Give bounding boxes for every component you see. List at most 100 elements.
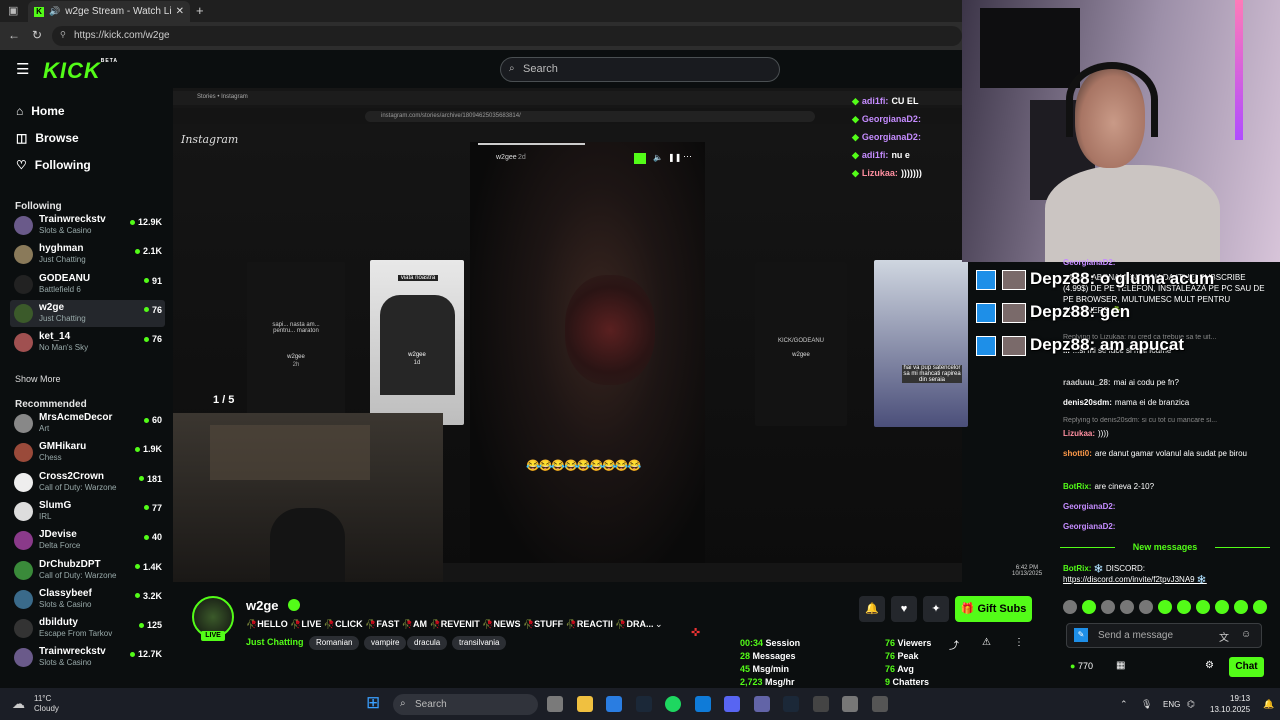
translate-icon[interactable]: 文: [1219, 629, 1229, 644]
store-icon[interactable]: [606, 696, 622, 712]
tab-close-icon[interactable]: ✕: [176, 6, 184, 17]
calendar-icon[interactable]: ▦: [1116, 660, 1125, 671]
stream-category[interactable]: Just Chatting: [246, 637, 304, 647]
channel-item[interactable]: GMHikaru Chess 1.9K: [10, 439, 165, 466]
channel-item[interactable]: Cross2Crown Call of Duty: Warzone 181: [10, 469, 165, 496]
new-tab-icon[interactable]: +: [196, 3, 204, 18]
emote-icon[interactable]: [1082, 600, 1096, 614]
emote-icon[interactable]: [1101, 600, 1115, 614]
channel-avatar: [14, 333, 33, 353]
channel-item[interactable]: hyghman Just Chatting 2.1K: [10, 241, 165, 268]
chat-username[interactable]: Lizukaa:: [1063, 429, 1095, 438]
hamburger-menu-icon[interactable]: ☰: [16, 60, 29, 78]
emote-icon[interactable]: [1139, 600, 1153, 614]
chat-username[interactable]: raaduuu_28:: [1063, 378, 1111, 387]
new-messages-divider[interactable]: New messages: [1060, 542, 1270, 552]
stream-tag[interactable]: vampire: [364, 636, 407, 650]
emoji-picker-icon[interactable]: ☺: [1241, 629, 1251, 640]
nav-following[interactable]: ♡ Following: [16, 158, 91, 172]
stream-tag[interactable]: transilvania: [452, 636, 507, 650]
start-windows-icon[interactable]: ⊞: [366, 693, 380, 713]
channel-item[interactable]: MrsAcmeDecor Art 60: [10, 410, 165, 437]
file-explorer-icon[interactable]: [576, 696, 593, 712]
pause-icon[interactable]: ❚❚: [668, 153, 681, 162]
search-input[interactable]: Search: [500, 57, 780, 82]
stream-tag[interactable]: Romanian: [309, 636, 360, 650]
settings-gear-icon[interactable]: ⚙: [1205, 660, 1214, 671]
mute-icon[interactable]: 🔈: [653, 153, 663, 162]
chat-username[interactable]: denis20sdm:: [1063, 398, 1112, 407]
chat-username[interactable]: BotRix:: [1063, 564, 1091, 573]
site-info-icon[interactable]: ⚲: [60, 30, 66, 39]
follow-heart-button[interactable]: ♥: [891, 596, 917, 622]
language-indicator[interactable]: ENG: [1163, 700, 1180, 709]
steam-icon[interactable]: [635, 696, 652, 712]
taskbar-clock[interactable]: 19:13 13.10.2025: [1210, 693, 1250, 715]
boost-button[interactable]: ✦: [923, 596, 949, 622]
gift-subs-button[interactable]: 🎁 Gift Subs: [955, 596, 1032, 622]
url-field[interactable]: https://kick.com/w2ge: [52, 26, 962, 46]
nav-home[interactable]: ⌂ Home: [16, 104, 65, 118]
task-view-icon[interactable]: [547, 696, 563, 712]
channel-item[interactable]: DrChubzDPT Call of Duty: Warzone 1.4K: [10, 557, 165, 584]
emote-icon[interactable]: [1120, 600, 1134, 614]
streamer-name[interactable]: w2ge: [246, 598, 279, 613]
emote-icon[interactable]: [1063, 600, 1077, 614]
notification-icon[interactable]: 🔔: [1263, 699, 1274, 710]
back-icon[interactable]: ←: [8, 28, 20, 42]
emote-icon[interactable]: [1234, 600, 1248, 614]
chat-username[interactable]: GeorgianaD2:: [1063, 258, 1115, 267]
chat-send-button[interactable]: Chat: [1229, 657, 1264, 677]
window-menu-icon[interactable]: ▣: [8, 4, 18, 17]
report-icon[interactable]: ⚠: [982, 637, 991, 648]
emote-icon[interactable]: [1253, 600, 1267, 614]
nav-browse[interactable]: ◫ Browse: [16, 131, 79, 145]
tray-chevron-icon[interactable]: ⌃: [1120, 699, 1128, 710]
channel-item[interactable]: JDevise Delta Force 40: [10, 527, 165, 554]
more-icon[interactable]: ⋯: [683, 151, 692, 162]
weather-widget[interactable]: 11°C Cloudy: [34, 694, 59, 714]
chat-input[interactable]: Send a message: [1066, 623, 1262, 648]
channel-points[interactable]: ● 770: [1070, 661, 1093, 671]
spotify-icon[interactable]: [665, 696, 681, 712]
wifi-icon[interactable]: ⌬: [1187, 699, 1195, 710]
chat-username[interactable]: GeorgianaD2:: [1063, 502, 1115, 511]
kick-logo[interactable]: KICKBETA: [43, 58, 118, 84]
microphone-icon[interactable]: 🎙: [1141, 699, 1152, 710]
channel-item[interactable]: ket_14 No Man's Sky 76: [10, 329, 165, 356]
share-icon[interactable]: ⤴: [949, 637, 959, 652]
channel-item[interactable]: GODEANU Battlefield 6 91: [10, 271, 165, 298]
channel-item[interactable]: Trainwreckstv Slots & Casino 12.7K: [10, 644, 165, 671]
emote-icon[interactable]: [1215, 600, 1229, 614]
taskbar-search[interactable]: Search: [393, 694, 538, 715]
epic-icon[interactable]: [812, 696, 829, 712]
kick-badge-icon[interactable]: ✎: [1074, 628, 1088, 642]
reload-icon[interactable]: ↻: [32, 28, 42, 42]
emote-icon[interactable]: [1158, 600, 1172, 614]
teams-icon[interactable]: [753, 696, 770, 712]
emote-icon[interactable]: [1177, 600, 1191, 614]
channel-item[interactable]: SlumG IRL 77: [10, 498, 165, 525]
channel-item[interactable]: Classybeef Slots & Casino 3.2K: [10, 586, 165, 613]
edge-icon[interactable]: [694, 696, 711, 712]
chat-username[interactable]: GeorgianaD2:: [1063, 522, 1115, 531]
channel-item[interactable]: Trainwreckstv Slots & Casino 12.9K: [10, 212, 165, 239]
emote-icon[interactable]: [1196, 600, 1210, 614]
show-more-link[interactable]: Show More: [15, 374, 61, 384]
story-thumb-text: hai va pup satencelor sa mi mancati rapi…: [902, 365, 962, 383]
channel-item[interactable]: w2ge Just Chatting 76: [10, 299, 165, 327]
discord-icon[interactable]: [724, 696, 740, 712]
speaker-icon[interactable]: 🔊: [49, 6, 60, 17]
stream-tag[interactable]: dracula: [407, 636, 448, 650]
chat-username[interactable]: shotti0:: [1063, 449, 1092, 458]
notification-bell-button[interactable]: 🔔: [859, 596, 885, 622]
obs-icon[interactable]: [842, 696, 858, 712]
expand-chevron-icon[interactable]: ⌄: [655, 619, 663, 630]
browser-tab[interactable]: K 🔊 w2ge Stream - Watch Live o ✕: [28, 1, 190, 22]
more-options-icon[interactable]: ⋮: [1014, 637, 1024, 648]
app-icon[interactable]: [871, 696, 888, 712]
steam-app-icon[interactable]: [783, 696, 799, 712]
discord-link[interactable]: https://discord.com/invite/f2tpvJ3NA9 ❄️: [1063, 575, 1207, 584]
channel-item[interactable]: dbilduty Escape From Tarkov 125: [10, 615, 165, 642]
chat-username[interactable]: BotRix:: [1063, 482, 1091, 491]
